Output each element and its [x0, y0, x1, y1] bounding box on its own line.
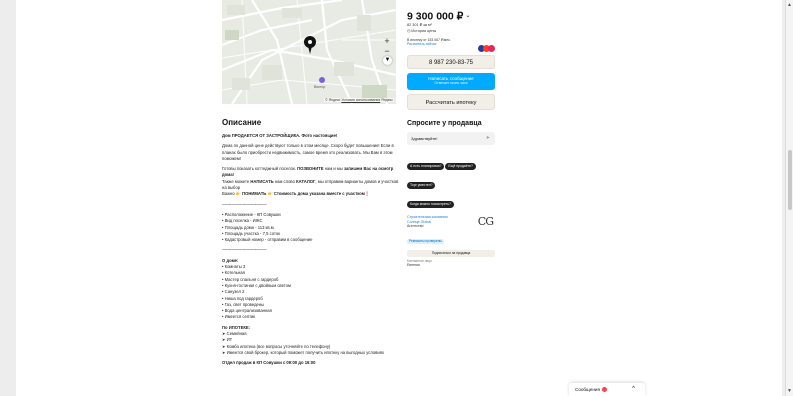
house-section: О доме: • Комнаты 3 • Котельная • Мастер с… [222, 258, 402, 321]
map-attribution: © Яндекс Условия использования Яндекс [324, 98, 394, 102]
map-poi-icon [319, 77, 325, 83]
page-background: Вектор + − ▼ © Яндекс Условия использова… [0, 0, 786, 396]
show-phone-button[interactable]: 8 987 230-83-75 [407, 55, 495, 70]
description-title: Описание [222, 118, 262, 127]
unread-badge [602, 387, 608, 393]
list-item: ➤ ИТ [222, 337, 233, 343]
quick-question-chip[interactable]: Когда можно посмотреть? [407, 201, 454, 209]
ask-seller-title: Спросите у продавца [407, 120, 482, 128]
list-item: • Имеется септик [222, 314, 256, 320]
list-item: • Кухня-гостиная с двойным светом [222, 282, 291, 288]
quick-question-chip[interactable]: А есть планировка? [407, 163, 445, 171]
map-pin-icon [304, 36, 316, 54]
list-item: • Котельная [222, 270, 245, 276]
list-item: • Расположение - КП Совушки [222, 211, 281, 217]
map-poi-label: Вектор [314, 85, 326, 89]
list-item: • Мастер спальня с гардероб [222, 276, 279, 282]
scroll-down-icon[interactable]: ▼ [787, 388, 792, 394]
list-item: • Санузел 2 [222, 289, 245, 295]
price[interactable]: 9 300 000 ₽ ⌄ [407, 10, 495, 23]
list-item: • Комнаты 3 [222, 264, 246, 270]
map-zoom-controls: + − [382, 36, 392, 56]
list-item: • Ниша под гардероб [222, 295, 263, 301]
seller-info: Строительная компания Солнце Global Аген… [407, 215, 495, 267]
quick-questions: А есть планировка? Ещё продаёте? Торг уме… [407, 154, 495, 211]
quick-question-chip[interactable]: Ещё продаёте? [445, 163, 476, 171]
scroll-up-icon[interactable]: ▲ [787, 2, 792, 8]
messages-widget[interactable]: Сообщения ^ [569, 383, 645, 396]
mortgage-section: По ИПОТЕКЕ: ➤ Семейная ➤ ИТ ➤ Комбо ипотек… [222, 325, 402, 356]
contact-name: Евгения [407, 263, 420, 268]
list-item: • Вид поселка - ИЖС [222, 218, 263, 224]
geolocation-icon[interactable]: ▼ [383, 56, 392, 65]
location-map[interactable]: Вектор + − ▼ © Яндекс Условия использова… [222, 0, 396, 104]
map-copyright: © Яндекс [325, 98, 341, 102]
chevron-up-icon[interactable]: ^ [632, 383, 635, 396]
map-brand: Яндекс [381, 98, 393, 102]
scrollbar-thumb[interactable] [788, 150, 792, 210]
subscribe-button[interactable]: Подписаться на продавца [407, 250, 495, 258]
list-item: • Вода централизованная [222, 308, 272, 314]
write-message-button[interactable]: Написать сообщение Отвечает около часа [407, 73, 495, 91]
price-history-link[interactable]: ◷ История цены [407, 28, 495, 34]
house-title: О доме: [222, 257, 239, 263]
mortgage-calc-button[interactable]: Рассчитать ипотеку [407, 94, 495, 111]
ask-seller-input[interactable]: Здравствуйте! ➤ [407, 132, 495, 146]
map-terms-link[interactable]: Условия использования [341, 98, 380, 102]
sales-office: Отдел продаж в КП Совушки с 09:00 до 16:… [222, 360, 316, 366]
list-item: • Газ, свет проведены [222, 301, 265, 307]
description-p1: Дом ПРОДАЕТСЯ ОТ ЗАСТРОЙЩИКА. Фото насто… [222, 133, 338, 138]
list-item: • Площадь дома - 113 кв.м [222, 224, 274, 230]
send-icon[interactable]: ➤ [486, 132, 490, 145]
page-scrollbar[interactable]: ▲ ▼ [785, 0, 793, 396]
list-item: • Площадь участка - 7,5 соток [222, 230, 281, 236]
mortgage-offer: В ипотеку от 153 067 ₽/мес. Рассчитать с… [407, 38, 495, 53]
separator: 〰〰〰〰〰〰〰〰〰〰〰〰 [222, 247, 267, 253]
list-item: ➤ Комбо ипотека (все вопросы уточняйте п… [222, 343, 331, 349]
description-section: Описание Дом ПРОДАЕТСЯ ОТ ЗАСТРОЙЩИКА. Ф… [222, 118, 402, 371]
mortgage-title: По ИПОТЕКЕ: [222, 324, 251, 330]
price-sidebar: 9 300 000 ₽ ⌄ 82 301 ₽ за м² ◷ История це… [407, 10, 495, 267]
list-item: ➤ Семейная [222, 331, 247, 337]
list-item: ➤ Имеется свой брокер, который поможет п… [222, 349, 385, 355]
description-p2: Дома по данной цене действуют только в э… [222, 143, 394, 161]
details-list: • Расположение - КП Совушки • Вид поселка… [222, 212, 402, 243]
quick-question-chip[interactable]: Торг уместен? [407, 182, 436, 190]
verified-badge: Реквизиты проверены [407, 239, 444, 245]
seller-logo[interactable]: CG [478, 215, 494, 228]
bank-logos [478, 39, 495, 57]
bank-logo-icon [488, 45, 495, 53]
list-item: • Кадастровый номер - отправим в сообщен… [222, 237, 313, 243]
separator: 〰〰〰〰〰〰〰〰〰〰〰〰 [222, 201, 267, 207]
chevron-down-icon[interactable]: ⌄ [465, 13, 470, 19]
description-p3: Готовы показать коттеджный поселок. ПОЗВ… [222, 166, 399, 197]
zoom-in-button[interactable]: + [382, 36, 392, 46]
zoom-out-button[interactable]: − [382, 46, 392, 56]
